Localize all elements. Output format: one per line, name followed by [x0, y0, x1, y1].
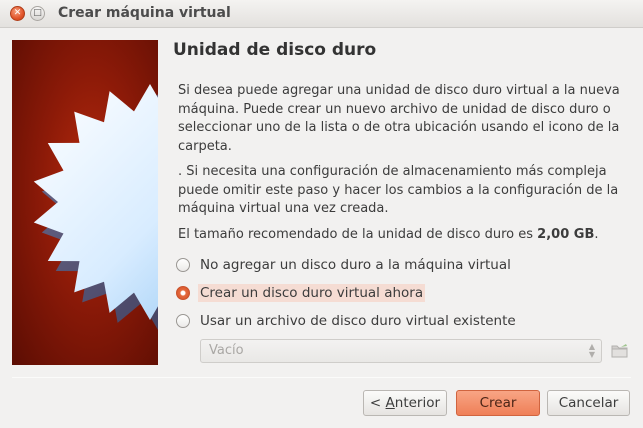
page-title: Unidad de disco duro — [173, 40, 377, 60]
back-button-mnemonic: A — [385, 395, 395, 411]
radio-create-disk[interactable]: Crear un disco duro virtual ahora — [176, 283, 426, 303]
back-button-prefix: < — [369, 395, 386, 411]
advanced-note-paragraph: . Si necesita una configuración de almac… — [178, 164, 619, 216]
recommended-size-value: 2,00 GB — [537, 227, 595, 242]
radio-button[interactable] — [176, 314, 190, 328]
back-button[interactable]: < Anterior — [363, 390, 447, 416]
radio-existing-disk-label[interactable]: Usar un archivo de disco duro virtual ex… — [200, 313, 516, 329]
wizard-side-image — [12, 40, 158, 365]
existing-disk-combo-value: Vacío — [209, 343, 244, 358]
folder-icon — [611, 344, 628, 358]
cancel-button[interactable]: Cancelar — [547, 390, 630, 416]
title-bar: ✕ □ Crear máquina virtual — [0, 0, 643, 28]
description-paragraph: Si desea puede agregar una unidad de dis… — [178, 83, 620, 154]
radio-button[interactable] — [176, 258, 190, 272]
radio-no-disk[interactable]: No agregar un disco duro a la máquina vi… — [176, 255, 511, 275]
starburst-image — [33, 84, 158, 330]
close-icon[interactable]: ✕ — [10, 6, 25, 21]
radio-no-disk-label[interactable]: No agregar un disco duro a la máquina vi… — [200, 257, 511, 273]
recommended-size-paragraph: El tamaño recomendado de la unidad de di… — [178, 226, 630, 245]
maximize-icon[interactable]: □ — [30, 6, 45, 21]
radio-button[interactable] — [176, 286, 190, 300]
button-separator — [12, 377, 631, 378]
starburst-face — [33, 84, 158, 320]
recommended-size-suffix: . — [594, 227, 599, 242]
create-button[interactable]: Crear — [456, 390, 540, 416]
existing-disk-combo[interactable]: Vacío ▲ ▼ — [200, 339, 602, 363]
updown-arrows-icon: ▲ ▼ — [588, 342, 595, 359]
radio-existing-disk[interactable]: Usar un archivo de disco duro virtual ex… — [176, 311, 516, 331]
recommended-size-prefix: El tamaño recomendado de la unidad de di… — [178, 227, 538, 242]
back-button-label: nterior — [394, 395, 441, 411]
window-title: Crear máquina virtual — [58, 5, 231, 21]
radio-create-disk-label[interactable]: Crear un disco duro virtual ahora — [198, 284, 426, 302]
choose-disk-file-button[interactable] — [609, 340, 631, 362]
